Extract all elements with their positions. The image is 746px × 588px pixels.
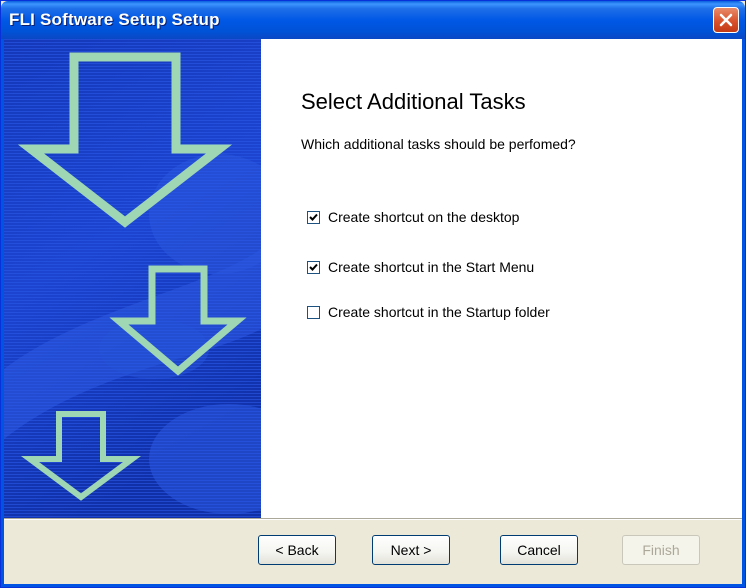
task-label[interactable]: Create shortcut in the Startup folder	[328, 304, 550, 320]
setup-window: FLI Software Setup Setup Select Addition…	[0, 0, 746, 588]
window-title: FLI Software Setup Setup	[9, 10, 220, 29]
checkmark-icon	[309, 213, 318, 221]
checkmark-icon	[309, 263, 318, 271]
task-label[interactable]: Create shortcut on the desktop	[328, 209, 519, 225]
next-button[interactable]: Next >	[372, 535, 450, 565]
wizard-banner-image	[4, 39, 261, 518]
finish-button: Finish	[622, 535, 700, 565]
title-bar[interactable]: FLI Software Setup Setup	[1, 1, 745, 39]
wizard-content: Select Additional Tasks Which additional…	[4, 39, 742, 518]
task-startup-shortcut[interactable]: Create shortcut in the Startup folder	[307, 303, 550, 321]
task-label[interactable]: Create shortcut in the Start Menu	[328, 259, 534, 275]
button-separator	[4, 518, 742, 520]
desktop-shortcut-checkbox[interactable]	[307, 210, 320, 224]
back-button[interactable]: < Back	[258, 535, 336, 565]
start-menu-shortcut-checkbox[interactable]	[307, 260, 320, 274]
close-button[interactable]	[713, 7, 739, 33]
cancel-button[interactable]: Cancel	[500, 535, 578, 565]
main-panel: Select Additional Tasks Which additional…	[261, 39, 742, 518]
startup-shortcut-checkbox[interactable]	[307, 305, 320, 319]
page-title: Select Additional Tasks	[301, 89, 526, 114]
close-icon	[719, 13, 733, 27]
task-desktop-shortcut[interactable]: Create shortcut on the desktop	[307, 208, 519, 226]
task-start-menu-shortcut[interactable]: Create shortcut in the Start Menu	[307, 258, 534, 276]
page-description: Which additional tasks should be perfome…	[301, 136, 576, 152]
